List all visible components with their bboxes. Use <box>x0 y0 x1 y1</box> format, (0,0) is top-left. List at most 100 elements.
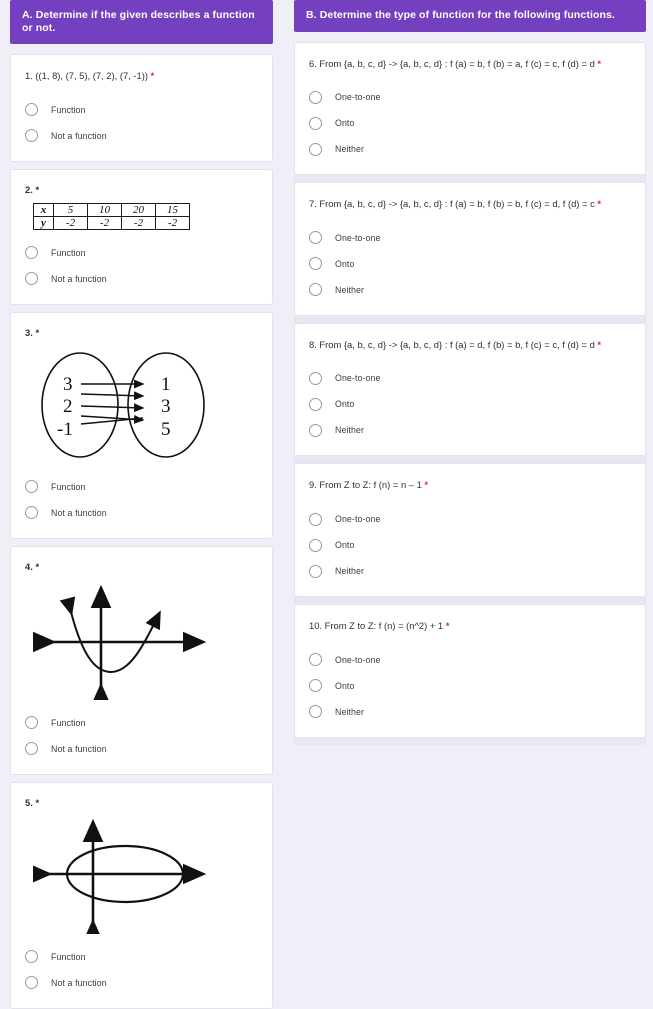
svg-text:5: 5 <box>161 419 171 440</box>
question-2-option-function[interactable]: Function <box>25 240 258 266</box>
radio-icon[interactable] <box>25 246 38 260</box>
question-5-option-not-a-function[interactable]: Not a function <box>25 970 258 996</box>
radio-icon[interactable] <box>25 976 38 990</box>
radio-icon[interactable] <box>309 512 322 526</box>
required-marker: * <box>35 326 40 338</box>
option-label: One-to-one <box>335 92 381 103</box>
radio-icon[interactable] <box>309 257 322 271</box>
option-label: Not a function <box>51 273 107 284</box>
option-label: Not a function <box>51 977 107 988</box>
required-marker: * <box>35 183 40 195</box>
value-table: x 5 10 20 15 y -2 -2 -2 -2 <box>33 202 190 230</box>
question-1-text: 1. ((1, 8), (7, 5), (7, 2), (7, -1)) * <box>25 69 258 83</box>
question-3-option-not-a-function[interactable]: Not a function <box>25 500 258 526</box>
radio-icon[interactable] <box>309 283 322 297</box>
question-card-7: 7. From {a, b, c, d} -> {a, b, c, d} : f… <box>294 182 646 316</box>
radio-icon[interactable] <box>25 480 38 494</box>
question-4-option-function[interactable]: Function <box>25 710 258 736</box>
radio-icon[interactable] <box>25 742 38 756</box>
radio-icon[interactable] <box>25 506 38 520</box>
radio-icon[interactable] <box>309 116 322 130</box>
required-marker: * <box>597 198 602 210</box>
required-marker: * <box>35 796 40 808</box>
mapping-diagram-svg: 3 2 -1 1 3 5 <box>41 352 205 458</box>
question-8-option-onto[interactable]: Onto <box>309 391 631 417</box>
radio-icon[interactable] <box>25 103 38 117</box>
question-6-label: 6. From {a, b, c, d} -> {a, b, c, d} : f… <box>309 57 595 69</box>
radio-icon[interactable] <box>309 371 322 385</box>
option-label: Not a function <box>51 743 107 754</box>
question-2-text: 2. * <box>25 184 258 195</box>
question-9-text: 9. From Z to Z: f (n) = n – 1 * <box>309 478 631 492</box>
option-label: Onto <box>335 680 355 691</box>
question-3-text: 3. * <box>25 327 258 338</box>
question-card-1: 1. ((1, 8), (7, 5), (7, 2), (7, -1)) * F… <box>10 54 273 162</box>
question-7-option-onto[interactable]: Onto <box>309 251 631 277</box>
option-label: Neither <box>335 425 365 436</box>
required-marker: * <box>424 479 429 491</box>
card-divider <box>294 597 646 605</box>
question-5-option-function[interactable]: Function <box>25 944 258 970</box>
question-7-label: 7. From {a, b, c, d} -> {a, b, c, d} : f… <box>309 198 595 210</box>
question-9-option-onto[interactable]: Onto <box>309 532 631 558</box>
radio-icon[interactable] <box>309 653 322 667</box>
question-7-option-neither[interactable]: Neither <box>309 277 631 303</box>
option-label: Not a function <box>51 130 107 141</box>
question-4-label: 4. <box>25 560 33 572</box>
option-label: Function <box>51 717 86 728</box>
radio-icon[interactable] <box>309 142 322 156</box>
radio-icon[interactable] <box>309 538 322 552</box>
question-3-option-function[interactable]: Function <box>25 474 258 500</box>
question-9-option-one-to-one[interactable]: One-to-one <box>309 506 631 532</box>
question-9-label: 9. From Z to Z: f (n) = n – 1 <box>309 479 422 491</box>
option-label: Function <box>51 104 86 115</box>
section-b-column: B. Determine the type of function for th… <box>294 0 646 745</box>
svg-text:-1: -1 <box>57 419 73 440</box>
required-marker: * <box>597 57 602 69</box>
table-cell: -2 <box>53 215 88 230</box>
question-10-option-one-to-one[interactable]: One-to-one <box>309 647 631 673</box>
table-row: y -2 -2 -2 -2 <box>33 215 190 230</box>
radio-icon[interactable] <box>309 90 322 104</box>
section-a-header: A. Determine if the given describes a fu… <box>10 0 273 45</box>
radio-icon[interactable] <box>309 423 322 437</box>
question-7-option-one-to-one[interactable]: One-to-one <box>309 225 631 251</box>
radio-icon[interactable] <box>25 950 38 964</box>
question-card-10: 10. From Z to Z: f (n) = (n^2) + 1 * One… <box>294 604 646 738</box>
table-cell: 20 <box>121 202 156 217</box>
option-label: One-to-one <box>335 514 381 525</box>
question-10-option-onto[interactable]: Onto <box>309 673 631 699</box>
option-label: Neither <box>335 284 365 295</box>
question-1-option-function[interactable]: Function <box>25 97 258 123</box>
section-b-header: B. Determine the type of function for th… <box>294 0 646 32</box>
question-10-text: 10. From Z to Z: f (n) = (n^2) + 1 * <box>309 619 631 633</box>
question-2-option-not-a-function[interactable]: Not a function <box>25 266 258 292</box>
radio-icon[interactable] <box>309 397 322 411</box>
question-8-label: 8. From {a, b, c, d} -> {a, b, c, d} : f… <box>309 338 595 350</box>
svg-text:1: 1 <box>161 374 171 395</box>
question-1-option-not-a-function[interactable]: Not a function <box>25 123 258 149</box>
radio-icon[interactable] <box>25 716 38 730</box>
radio-icon[interactable] <box>309 705 322 719</box>
radio-icon[interactable] <box>309 231 322 245</box>
question-6-option-neither[interactable]: Neither <box>309 136 631 162</box>
question-6-option-onto[interactable]: Onto <box>309 110 631 136</box>
question-4-option-not-a-function[interactable]: Not a function <box>25 736 258 762</box>
question-10-option-neither[interactable]: Neither <box>309 699 631 725</box>
radio-icon[interactable] <box>25 129 38 143</box>
question-10-label: 10. From Z to Z: f (n) = (n^2) + 1 <box>309 620 444 632</box>
radio-icon[interactable] <box>309 679 322 693</box>
radio-icon[interactable] <box>25 272 38 286</box>
question-8-option-neither[interactable]: Neither <box>309 417 631 443</box>
svg-text:3: 3 <box>161 396 171 417</box>
question-4-text: 4. * <box>25 561 258 572</box>
question-9-option-neither[interactable]: Neither <box>309 558 631 584</box>
question-card-4: 4. * Function Not a function <box>10 545 273 775</box>
option-label: Not a function <box>51 507 107 518</box>
parabola-graph-svg <box>33 584 207 700</box>
question-4-figure-parabola-graph <box>33 580 258 700</box>
radio-icon[interactable] <box>309 564 322 578</box>
question-6-option-one-to-one[interactable]: One-to-one <box>309 84 631 110</box>
question-8-option-one-to-one[interactable]: One-to-one <box>309 365 631 391</box>
table-cell: -2 <box>155 215 190 230</box>
